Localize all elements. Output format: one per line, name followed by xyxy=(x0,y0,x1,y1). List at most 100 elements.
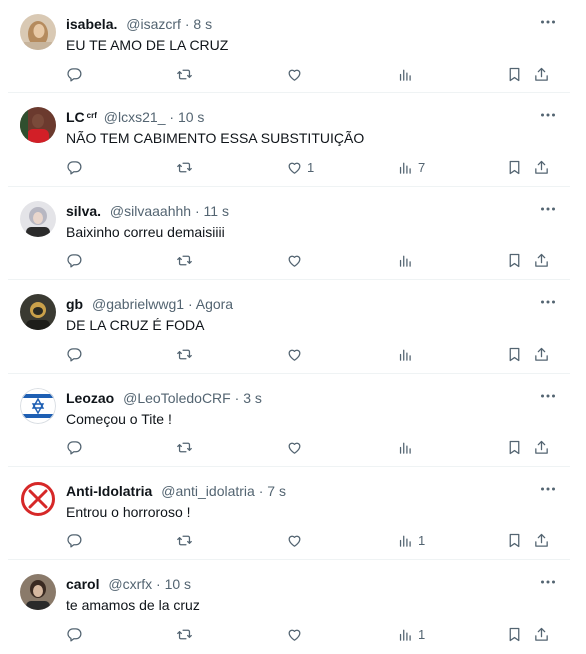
display-name[interactable]: carol xyxy=(66,576,99,592)
user-handle[interactable]: @cxrfx xyxy=(108,576,152,592)
avatar[interactable] xyxy=(20,480,56,517)
views-button[interactable]: 1 xyxy=(397,624,425,644)
reply-button[interactable] xyxy=(66,157,83,177)
timestamp[interactable]: 8 s xyxy=(193,16,212,32)
tweet[interactable]: gb @gabrielwwg1 · Agora DE LA CRUZ É FOD… xyxy=(8,280,570,374)
display-name[interactable]: silva. xyxy=(66,203,101,219)
views-button[interactable] xyxy=(397,251,418,271)
display-name[interactable]: Leozao xyxy=(66,390,114,406)
tweet[interactable]: isabela. @isazcrf · 8 s EU TE AMO DE LA … xyxy=(8,0,570,94)
user-handle[interactable]: @anti_idolatria xyxy=(161,483,255,499)
retweet-button[interactable] xyxy=(176,531,193,551)
tweet[interactable]: silva. @silvaaahhh · 11 s Baixinho corre… xyxy=(8,187,570,281)
share-button[interactable] xyxy=(533,438,550,458)
timestamp[interactable]: 10 s xyxy=(178,109,204,125)
timestamp[interactable]: 11 s xyxy=(204,203,229,219)
views-button[interactable] xyxy=(397,64,418,84)
user-handle[interactable]: @isazcrf xyxy=(126,16,181,32)
views-icon xyxy=(397,626,414,643)
retweet-button[interactable] xyxy=(176,251,193,271)
bookmark-button[interactable] xyxy=(506,624,523,644)
tweet[interactable]: LC crf @lcxs21_ · 10 s NÃO TEM CABIMENTO … xyxy=(8,93,570,187)
like-button[interactable] xyxy=(286,251,307,271)
reply-button[interactable] xyxy=(66,64,83,84)
avatar[interactable] xyxy=(20,574,56,611)
retweet-button[interactable] xyxy=(176,64,193,84)
views-button[interactable] xyxy=(397,344,418,364)
user-handle[interactable]: @LeoToledoCRF xyxy=(123,390,231,406)
more-icon[interactable] xyxy=(538,572,558,592)
display-name[interactable]: gb xyxy=(66,296,83,312)
avatar[interactable] xyxy=(20,200,56,237)
reply-icon xyxy=(66,252,83,269)
share-icon xyxy=(533,66,550,83)
like-button[interactable] xyxy=(286,64,307,84)
bookmark-button[interactable] xyxy=(506,438,523,458)
more-icon[interactable] xyxy=(538,105,558,125)
avatar[interactable] xyxy=(20,294,56,331)
reply-icon xyxy=(66,346,83,363)
like-button[interactable] xyxy=(286,344,307,364)
tweet-header: LC crf @lcxs21_ · 10 s xyxy=(66,106,540,126)
more-icon[interactable] xyxy=(538,292,558,312)
retweet-icon xyxy=(176,252,193,269)
action-bar: 1 xyxy=(8,624,570,644)
more-icon[interactable] xyxy=(538,199,558,219)
retweet-button[interactable] xyxy=(176,344,193,364)
more-icon[interactable] xyxy=(538,386,558,406)
like-button[interactable]: 1 xyxy=(286,157,314,177)
reply-button[interactable] xyxy=(66,531,83,551)
timestamp[interactable]: 10 s xyxy=(165,576,191,592)
share-button[interactable] xyxy=(533,344,550,364)
views-button[interactable] xyxy=(397,438,418,458)
share-button[interactable] xyxy=(533,64,550,84)
tweet-text: Começou o Tite ! xyxy=(66,410,172,427)
more-icon[interactable] xyxy=(538,479,558,499)
like-button[interactable] xyxy=(286,531,307,551)
reply-button[interactable] xyxy=(66,251,83,271)
reply-button[interactable] xyxy=(66,344,83,364)
action-bar: 1 7 xyxy=(8,157,570,177)
user-handle[interactable]: @silvaaahhh xyxy=(110,203,191,219)
avatar[interactable] xyxy=(20,107,56,144)
display-name[interactable]: LC xyxy=(66,109,85,125)
retweet-button[interactable] xyxy=(176,438,193,458)
share-button[interactable] xyxy=(533,157,550,177)
tweet-header: silva. @silvaaahhh · 11 s xyxy=(66,200,540,220)
bookmark-button[interactable] xyxy=(506,251,523,271)
bookmark-button[interactable] xyxy=(506,157,523,177)
avatar[interactable] xyxy=(20,14,56,50)
share-button[interactable] xyxy=(533,531,550,551)
tweet[interactable]: Anti-Idolatria @anti_idolatria · 7 s Ent… xyxy=(8,467,570,561)
like-button[interactable] xyxy=(286,438,307,458)
bookmark-button[interactable] xyxy=(506,531,523,551)
share-button[interactable] xyxy=(533,624,550,644)
timestamp[interactable]: Agora xyxy=(196,296,233,312)
retweet-icon xyxy=(176,346,193,363)
display-name[interactable]: Anti-Idolatria xyxy=(66,483,152,499)
avatar[interactable] xyxy=(20,387,56,424)
action-bar xyxy=(8,438,570,458)
reply-button[interactable] xyxy=(66,438,83,458)
timestamp[interactable]: 7 s xyxy=(267,483,286,499)
tweet[interactable]: Leozao @LeoToledoCRF · 3 s Começou o Tit… xyxy=(8,374,570,467)
like-icon xyxy=(286,252,303,269)
share-icon xyxy=(533,439,550,456)
retweet-button[interactable] xyxy=(176,157,193,177)
more-icon[interactable] xyxy=(538,12,558,32)
user-handle[interactable]: @gabrielwwg1 xyxy=(92,296,184,312)
display-name[interactable]: isabela. xyxy=(66,16,117,32)
retweet-button[interactable] xyxy=(176,624,193,644)
tweet[interactable]: carol @cxrfx · 10 s te amamos de la cruz… xyxy=(8,560,570,653)
bookmark-button[interactable] xyxy=(506,64,523,84)
reply-button[interactable] xyxy=(66,624,83,644)
user-handle[interactable]: @lcxs21_ xyxy=(104,109,166,125)
like-button[interactable] xyxy=(286,624,307,644)
share-button[interactable] xyxy=(533,251,550,271)
like-icon xyxy=(286,346,303,363)
bookmark-button[interactable] xyxy=(506,344,523,364)
timestamp[interactable]: 3 s xyxy=(243,390,262,406)
views-button[interactable]: 7 xyxy=(397,157,425,177)
views-button[interactable]: 1 xyxy=(397,531,425,551)
bookmark-icon xyxy=(506,626,523,643)
